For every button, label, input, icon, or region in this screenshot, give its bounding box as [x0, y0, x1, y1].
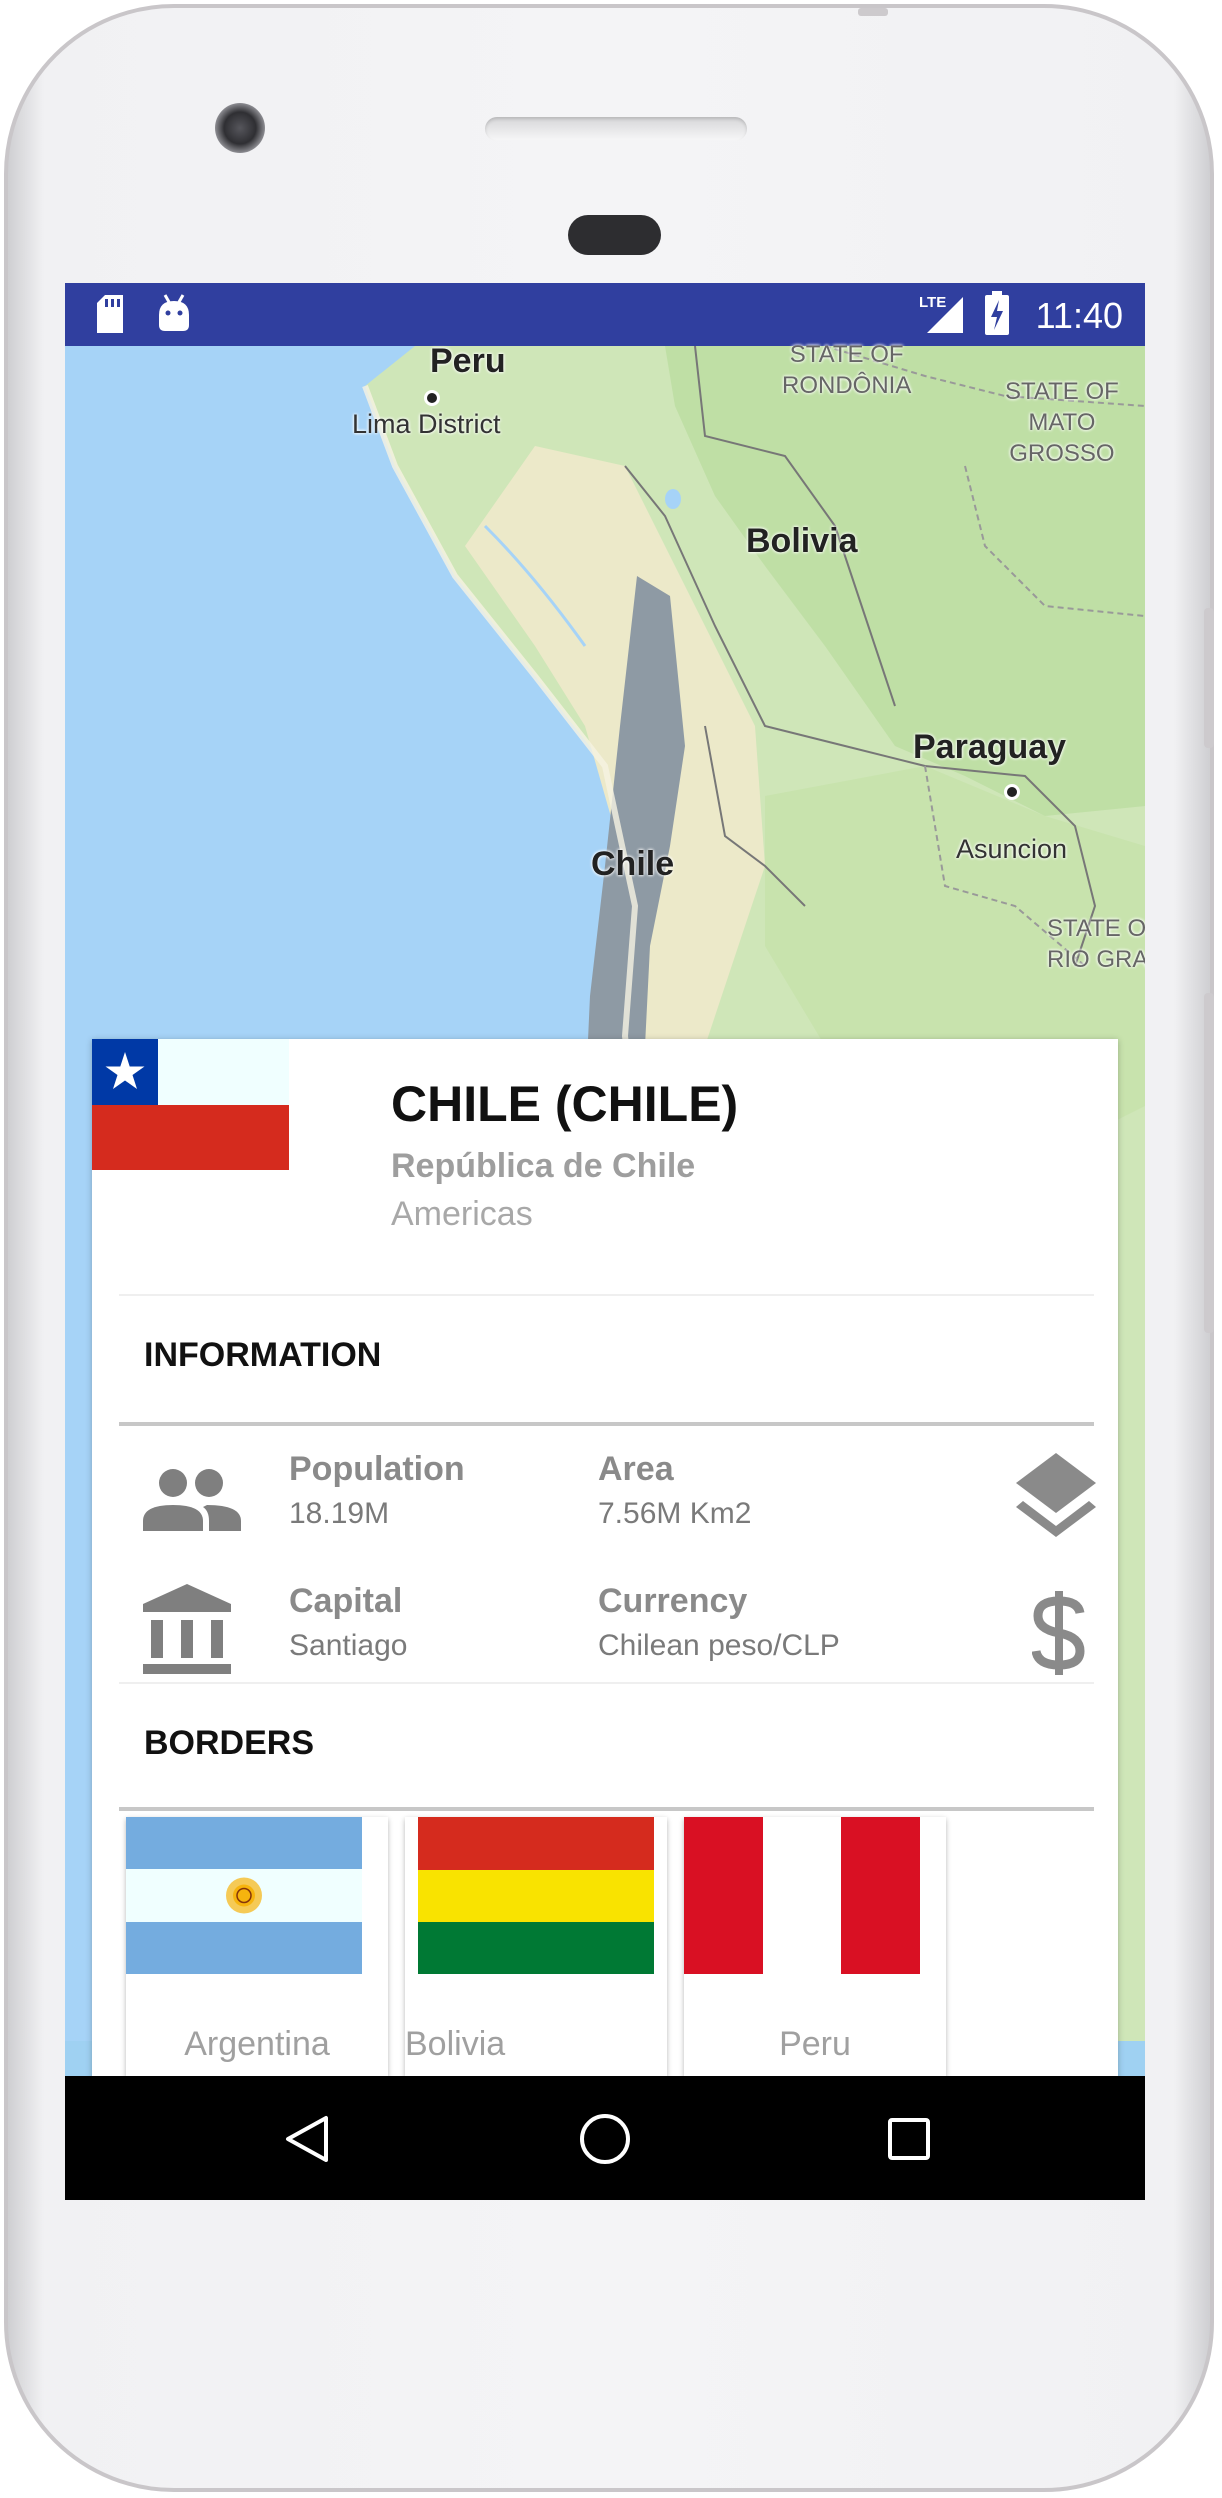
sd-card-icon [97, 295, 123, 333]
lima-marker [424, 390, 440, 406]
map-label-bolivia: Bolivia [746, 522, 858, 560]
status-bar: LTE 11:40 [65, 283, 1145, 346]
border-name-argentina: Argentina [184, 2025, 330, 2063]
side-button [1204, 993, 1214, 1333]
power-notch [858, 8, 888, 16]
country-title: CHILE (CHILE) [391, 1076, 739, 1132]
map-label-rio-grande: STATE O RIO GRAN [1047, 913, 1145, 975]
recents-icon[interactable] [886, 2116, 932, 2162]
rio-grande-line-2: RIO GRAN [1047, 946, 1145, 973]
map-label-peru: Peru [430, 342, 506, 380]
status-time: 11:40 [1035, 295, 1123, 336]
lte-signal-icon: LTE [919, 294, 963, 333]
population-label: Population [289, 1450, 465, 1488]
front-camera [215, 103, 265, 153]
border-card-bolivia[interactable]: Bolivia [405, 1817, 667, 2077]
home-icon[interactable] [578, 2112, 632, 2166]
earpiece-speaker [485, 117, 747, 141]
country-region: Americas [391, 1195, 533, 1233]
layers-icon [1016, 1453, 1096, 1537]
argentina-flag [126, 1817, 362, 1974]
peru-flag [684, 1817, 920, 1974]
navigation-bar [65, 2076, 1145, 2200]
currency-value: Chilean peso/CLP [598, 1629, 840, 1662]
map-label-asuncion: Asuncion [956, 834, 1068, 864]
border-card-peru[interactable]: Peru [684, 1817, 946, 2077]
map-view[interactable]: Peru Lima District STATE OF RONDÔNIA STA… [65, 341, 1145, 2115]
map-label-paraguay: Paraguay [913, 728, 1067, 766]
dollar-icon [1032, 1591, 1085, 1675]
volume-button [1204, 608, 1214, 748]
borders-divider [119, 1807, 1094, 1811]
country-detail-card: CHILE (CHILE) República de Chile America… [92, 1039, 1118, 2115]
rondonia-line-2: RONDÔNIA [782, 372, 912, 399]
information-divider [119, 1422, 1094, 1426]
battery-charging-icon [985, 291, 1009, 335]
svg-text:LTE: LTE [919, 294, 946, 311]
capital-value: Santiago [289, 1629, 408, 1662]
borders-heading: BORDERS [144, 1724, 315, 1762]
bolivia-flag [418, 1817, 654, 1974]
info-end-divider [119, 1682, 1094, 1684]
rio-grande-line-1: STATE O [1047, 915, 1145, 942]
map-label-rondonia: STATE OF RONDÔNIA [782, 339, 911, 401]
border-name-peru: Peru [779, 2025, 851, 2063]
institution-icon [143, 1584, 231, 1674]
map-label-mato-grosso: STATE OF MATO GROSSO [1005, 376, 1119, 469]
map-label-chile: Chile [591, 845, 675, 883]
country-native-name: República de Chile [391, 1147, 696, 1185]
border-name-bolivia: Bolivia [405, 2025, 506, 2063]
chile-flag [92, 1039, 289, 1170]
back-icon[interactable] [282, 2114, 332, 2164]
asuncion-marker [1004, 784, 1020, 800]
area-value: 7.56M Km2 [598, 1497, 752, 1530]
rondonia-line-1: STATE OF [789, 341, 904, 368]
people-icon [143, 1469, 241, 1531]
android-debug-icon [159, 294, 189, 331]
mato-grosso-line-1: STATE OF [1005, 378, 1119, 405]
population-value: 18.19M [289, 1497, 390, 1530]
screen: LTE 11:40 Peru Lima District STATE OF RO… [65, 283, 1145, 2200]
currency-label: Currency [598, 1582, 748, 1620]
area-label: Area [598, 1450, 674, 1488]
sensor-slot [568, 215, 661, 255]
information-heading: INFORMATION [144, 1336, 382, 1374]
border-card-argentina[interactable]: Argentina [126, 1817, 388, 2077]
capital-label: Capital [289, 1582, 403, 1620]
mato-grosso-line-3: GROSSO [1009, 440, 1115, 467]
header-divider [119, 1294, 1094, 1296]
map-label-lima: Lima District [352, 409, 501, 439]
mato-grosso-line-2: MATO [1028, 409, 1096, 436]
